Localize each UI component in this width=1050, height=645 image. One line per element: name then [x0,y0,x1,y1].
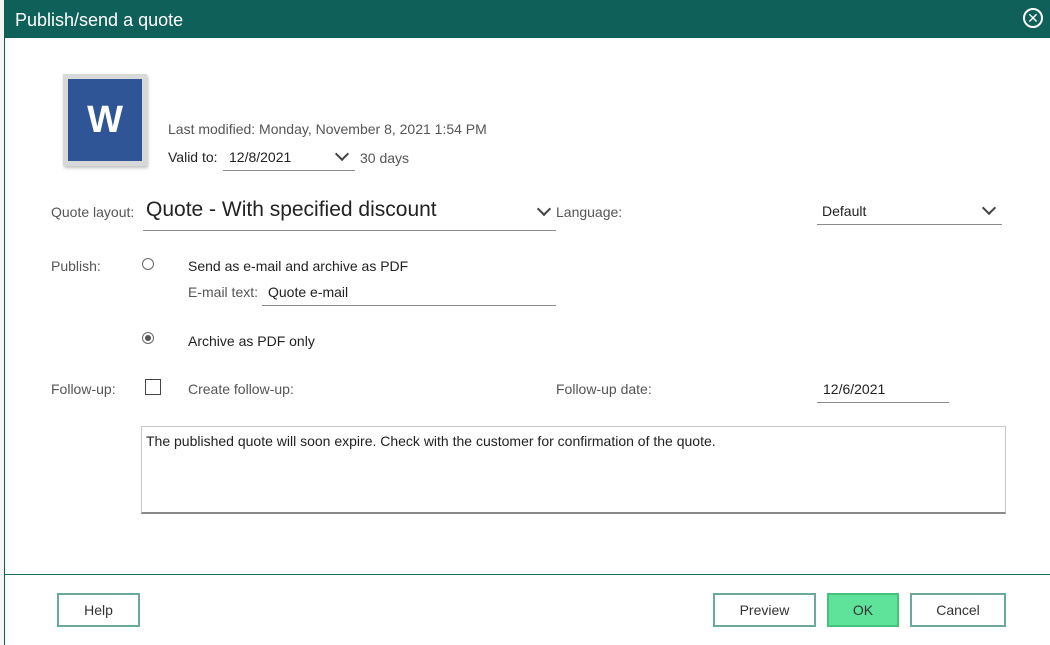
quote-layout-select[interactable]: Quote - With specified discount [143,193,556,231]
chevron-down-icon [536,201,552,217]
create-follow-up-label: Create follow-up: [188,381,294,397]
follow-up-date-input[interactable]: 12/6/2021 [817,375,949,403]
title-bar: Publish/send a quote ✕ [5,0,1050,38]
quote-layout-label: Quote layout: [51,204,135,220]
chevron-down-icon [334,146,350,162]
publish-quote-dialog: Publish/send a quote ✕ W Last modified: … [4,0,1050,645]
create-follow-up-checkbox[interactable] [145,379,161,395]
language-value: Default [822,203,867,219]
chevron-down-icon [981,200,997,216]
cancel-button[interactable]: Cancel [910,593,1006,627]
footer-divider [5,574,1050,575]
send-email-option-label: Send as e-mail and archive as PDF [188,258,409,274]
notes-textarea[interactable]: The published quote will soon expire. Ch… [141,426,1006,514]
valid-to-date-picker[interactable]: 12/8/2021 [223,143,355,171]
email-text-input[interactable]: Quote e-mail [262,278,556,306]
email-text-label: E-mail text: [188,284,259,300]
valid-days-text: 30 days [360,150,410,166]
language-label: Language: [556,204,623,220]
follow-up-date-label: Follow-up date: [556,381,652,397]
close-button[interactable]: ✕ [1023,8,1043,28]
valid-to-value: 12/8/2021 [229,149,292,165]
archive-pdf-option-label: Archive as PDF only [188,333,315,349]
valid-to-label: Valid to: [168,149,218,165]
follow-up-label: Follow-up: [51,381,116,397]
radio-send-email[interactable] [142,258,154,270]
ok-button[interactable]: OK [827,593,899,627]
word-document-icon: W [68,79,142,161]
quote-layout-value: Quote - With specified discount [146,198,437,221]
help-button[interactable]: Help [57,593,140,627]
radio-archive-pdf[interactable] [142,332,154,344]
close-icon: ✕ [1027,10,1039,26]
dialog-title: Publish/send a quote [15,10,184,30]
document-thumbnail: W [63,74,147,166]
last-modified-text: Last modified: Monday, November 8, 2021 … [168,121,487,137]
follow-up-date-value: 12/6/2021 [823,381,886,397]
email-text-value: Quote e-mail [268,284,349,300]
publish-label: Publish: [51,258,101,274]
preview-button[interactable]: Preview [713,593,816,627]
language-select[interactable]: Default [817,195,1002,225]
